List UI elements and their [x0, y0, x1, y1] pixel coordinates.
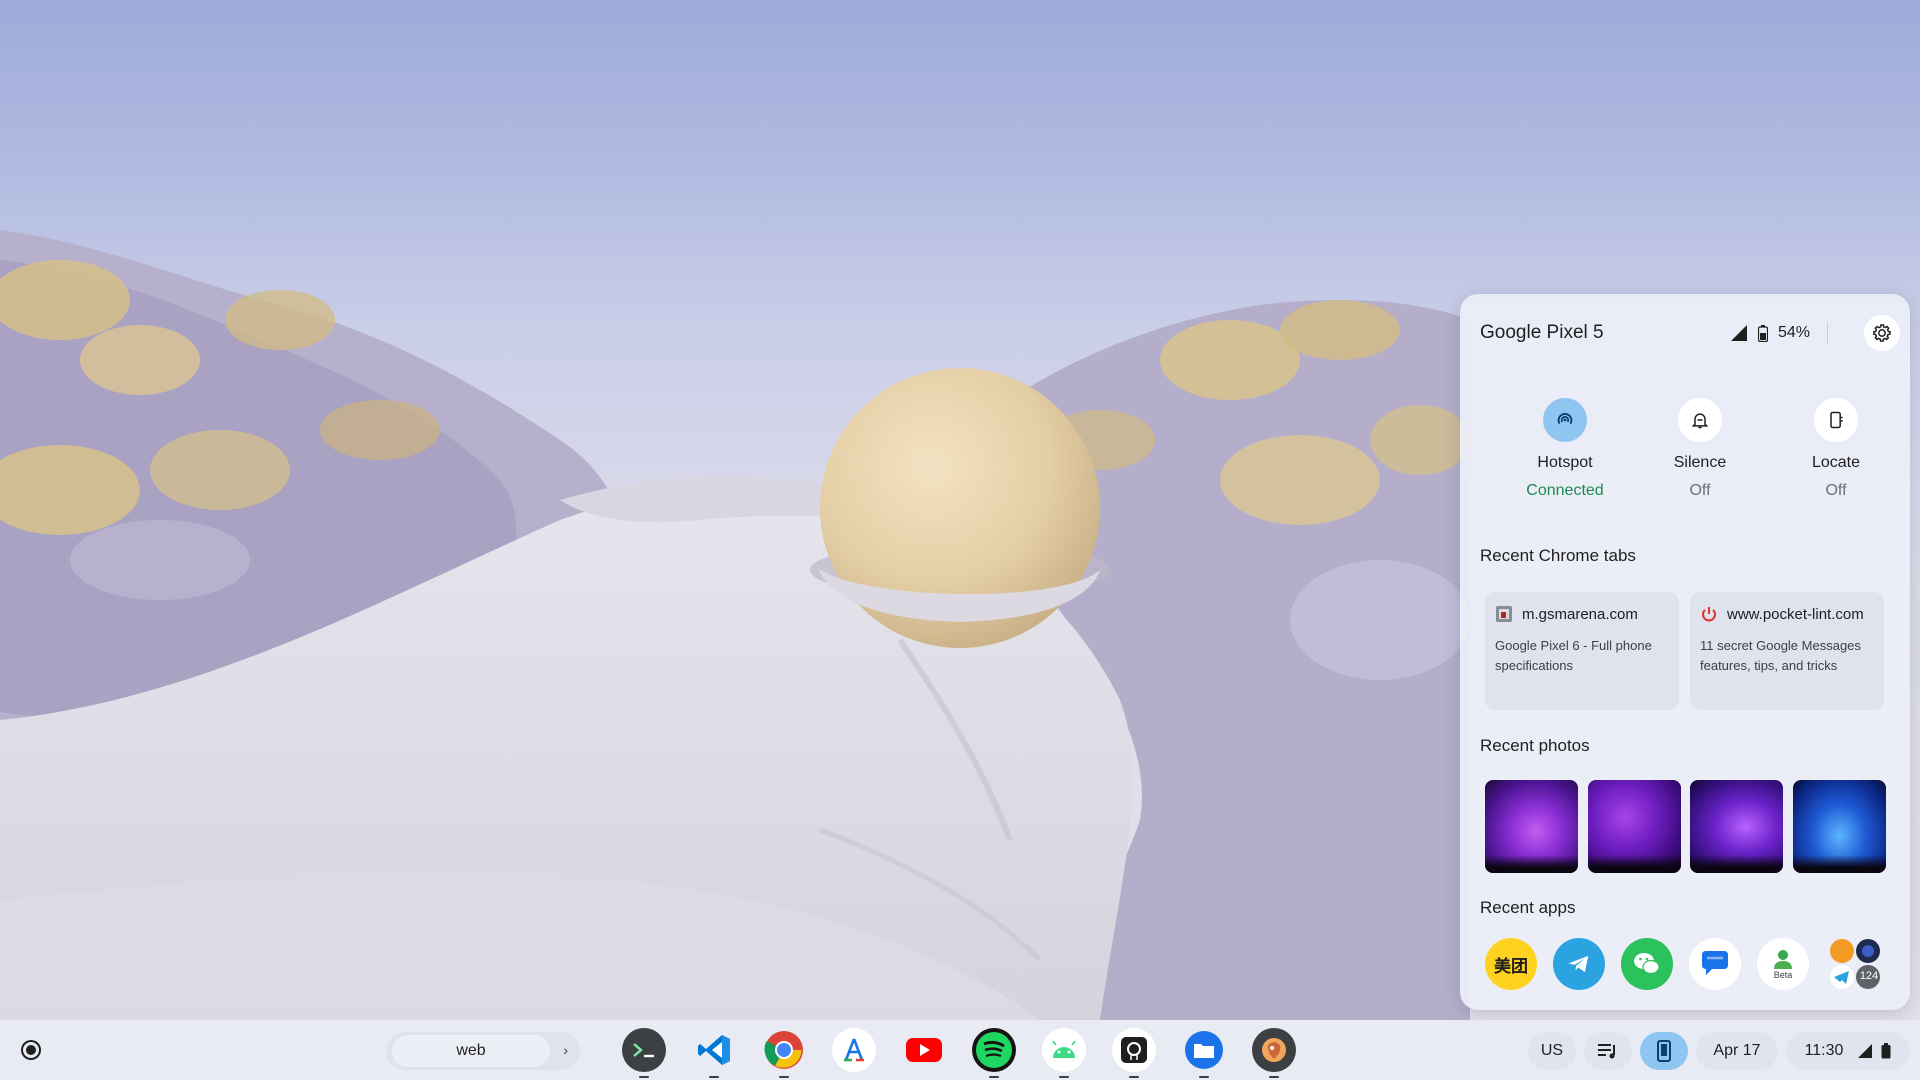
launcher-icon — [23, 1042, 39, 1058]
phone-hub-panel: Google Pixel 5 54% Hotspot Connected Sil… — [1460, 294, 1910, 1010]
settings-button[interactable] — [1864, 315, 1900, 351]
tab-title: Google Pixel 6 - Full phone specificatio… — [1495, 638, 1652, 673]
locate-state: Off — [1825, 482, 1847, 499]
clock-time: 11:30 — [1804, 1042, 1844, 1059]
phone-icon — [1657, 1040, 1671, 1062]
files-app-icon[interactable] — [1182, 1028, 1226, 1078]
playlist-icon — [1598, 1044, 1615, 1059]
locate-label: Locate — [1811, 454, 1861, 471]
status-area-button[interactable]: 11:30 — [1786, 1032, 1910, 1070]
device-name: Google Pixel 5 — [1480, 322, 1604, 343]
date-tray[interactable]: Apr 17 — [1696, 1032, 1778, 1070]
hotspot-toggle[interactable]: Hotspot Connected — [1505, 398, 1625, 500]
spotify-app-icon[interactable] — [972, 1028, 1016, 1078]
locate-phone-icon[interactable] — [1814, 398, 1858, 442]
custom-app-icon[interactable] — [1252, 1028, 1296, 1078]
wechat-app-icon[interactable] — [1621, 938, 1673, 990]
chevron-right-icon[interactable]: › — [563, 1042, 568, 1058]
terminal-app-icon[interactable] — [622, 1028, 666, 1078]
recent-tab-card[interactable]: m.gsmarena.com Google Pixel 6 - Full pho… — [1485, 592, 1679, 710]
silence-toggle[interactable]: Silence Off — [1640, 398, 1760, 500]
android-app-icon[interactable] — [1042, 1028, 1086, 1078]
recent-photo[interactable] — [1485, 780, 1578, 873]
signal-icon — [1858, 1044, 1873, 1058]
recent-tabs-title: Recent Chrome tabs — [1480, 546, 1636, 565]
desk-button[interactable]: web › — [386, 1032, 580, 1070]
github-app-icon[interactable] — [1112, 1028, 1156, 1078]
silence-label: Silence — [1673, 454, 1727, 471]
recent-photo[interactable] — [1588, 780, 1681, 873]
launcher-button[interactable] — [10, 1029, 52, 1071]
phone-status: 54% — [1730, 320, 1810, 346]
gear-icon — [1873, 324, 1891, 342]
pocket-lint-power-favicon — [1700, 605, 1718, 623]
tab-site: www.pocket-lint.com — [1727, 605, 1864, 623]
shelf: web › US Apr 17 11:30 — [0, 1020, 1920, 1080]
youtube-app-icon[interactable] — [902, 1028, 946, 1072]
media-controls-button[interactable] — [1584, 1032, 1632, 1070]
tab-site: m.gsmarena.com — [1522, 605, 1638, 623]
status-divider — [1827, 322, 1828, 344]
app-store-app-icon[interactable] — [832, 1028, 876, 1072]
tab-title: 11 secret Google Messages features, tips… — [1700, 638, 1861, 673]
chrome-app-icon[interactable] — [762, 1028, 806, 1078]
battery-icon — [1758, 324, 1768, 342]
battery-percent: 54% — [1778, 324, 1811, 341]
hotspot-label: Hotspot — [1537, 454, 1593, 471]
recent-photos-title: Recent photos — [1480, 736, 1590, 755]
google-messages-app-icon[interactable] — [1689, 938, 1741, 990]
gsmarena-favicon — [1495, 605, 1513, 623]
battery-icon — [1881, 1043, 1891, 1059]
hotspot-state: Connected — [1526, 482, 1604, 499]
recent-tab-card[interactable]: www.pocket-lint.com 11 secret Google Mes… — [1690, 592, 1884, 710]
vscode-app-icon[interactable] — [692, 1028, 736, 1078]
signal-icon — [1731, 325, 1747, 341]
locate-toggle[interactable]: Locate Off — [1776, 398, 1896, 500]
telegram-app-icon[interactable] — [1553, 938, 1605, 990]
ime-menu-button[interactable]: US — [1528, 1032, 1576, 1070]
silence-bell-icon[interactable] — [1678, 398, 1722, 442]
meituan-app-icon[interactable]: 美团 — [1485, 938, 1537, 990]
desk-name: web — [392, 1035, 550, 1067]
recent-apps-title: Recent apps — [1480, 898, 1576, 917]
hotspot-icon[interactable] — [1543, 398, 1587, 442]
more-apps-icon[interactable]: 124 — [1825, 934, 1885, 994]
beta-app-icon[interactable]: Beta — [1757, 938, 1809, 990]
silence-state: Off — [1689, 482, 1711, 499]
phone-hub-button[interactable] — [1640, 1032, 1688, 1070]
recent-photo[interactable] — [1690, 780, 1783, 873]
recent-photo[interactable] — [1793, 780, 1886, 873]
